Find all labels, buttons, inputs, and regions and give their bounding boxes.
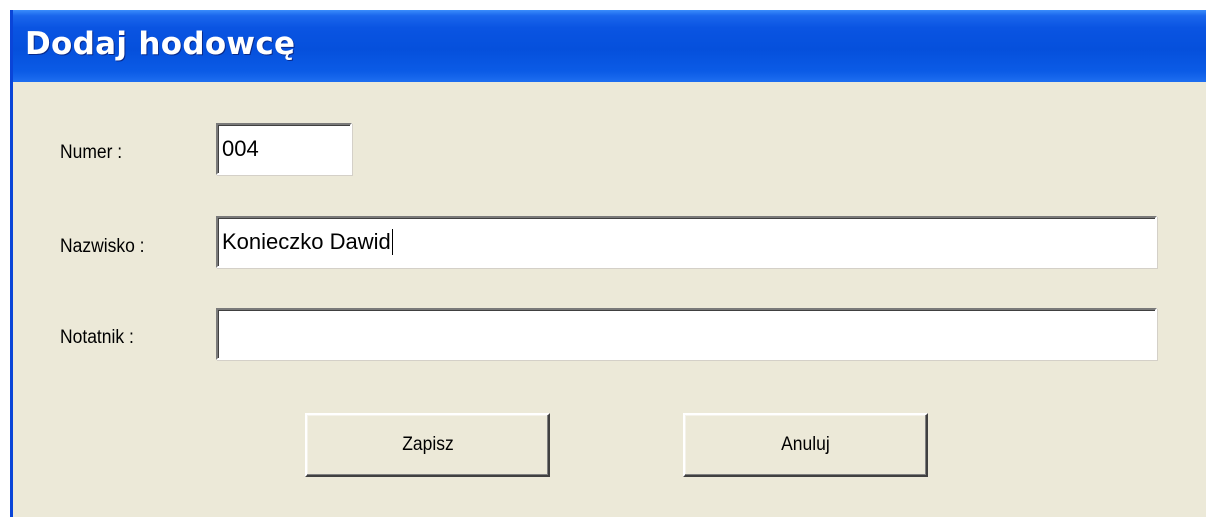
window-title: Dodaj hodowcę <box>25 26 296 62</box>
title-bar[interactable]: Dodaj hodowcę <box>13 10 1206 82</box>
nazwisko-field-value: Konieczko Dawid <box>222 229 391 254</box>
nazwisko-field[interactable]: Konieczko Dawid <box>216 216 1157 268</box>
numer-field-value: 004 <box>222 136 259 161</box>
notatnik-label: Notatnik : <box>60 327 134 348</box>
text-caret <box>391 228 393 255</box>
numer-label: Numer : <box>60 142 123 163</box>
save-button-label: Zapisz <box>401 434 454 455</box>
dialog-window: Dodaj hodowcę Numer : 004 Nazwisko : Kon… <box>10 10 1206 517</box>
notatnik-field[interactable] <box>216 308 1157 360</box>
cancel-button[interactable]: Anuluj <box>683 413 928 477</box>
nazwisko-label: Nazwisko : <box>60 236 145 257</box>
cancel-button-label: Anuluj <box>781 434 830 455</box>
numer-field[interactable]: 004 <box>216 123 352 175</box>
save-button[interactable]: Zapisz <box>305 413 550 477</box>
